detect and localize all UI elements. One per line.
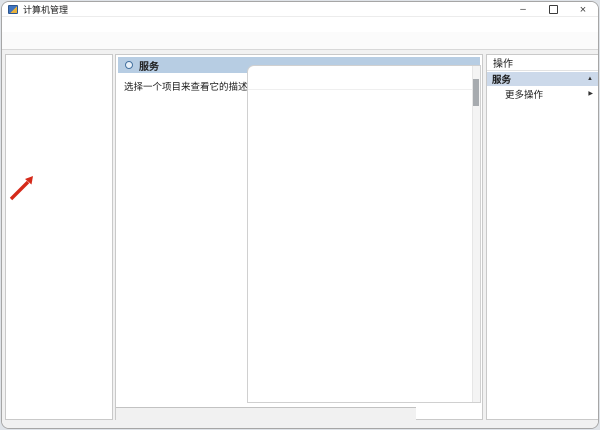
window-controls	[508, 2, 598, 17]
minimize-icon[interactable]	[508, 2, 538, 17]
title-bar: 计算机管理	[2, 2, 598, 17]
services-header-gear-icon	[125, 61, 133, 69]
view-tab-strip	[116, 407, 416, 421]
close-icon[interactable]	[568, 2, 598, 17]
actions-panel-title: 操作	[487, 55, 598, 71]
app-icon	[8, 5, 18, 14]
more-actions-item[interactable]: 更多操作 ▶	[487, 86, 598, 101]
services-pane: 服务 选择一个项目来查看它的描述。	[115, 54, 483, 420]
vertical-scrollbar[interactable]	[472, 66, 480, 402]
actions-panel: 操作 服务 ▲ 更多操作 ▶	[486, 54, 599, 420]
maximize-icon[interactable]	[538, 2, 568, 17]
actions-section-label: 服务	[492, 72, 511, 86]
column-headers	[248, 75, 472, 90]
service-rows	[248, 91, 472, 402]
chevron-right-icon: ▶	[588, 90, 593, 97]
vertical-scrollbar-thumb[interactable]	[473, 79, 479, 106]
computer-management-window: 计算机管理 服务 选择一个项目来查看它的描述。 操作	[1, 1, 599, 429]
menu-bar	[2, 17, 598, 32]
chevron-up-icon[interactable]: ▲	[587, 76, 593, 82]
services-pane-title: 服务	[139, 58, 159, 73]
actions-section-services[interactable]: 服务 ▲	[487, 72, 598, 86]
window-title: 计算机管理	[23, 3, 68, 16]
console-tree-panel	[5, 54, 113, 420]
main-content: 服务 选择一个项目来查看它的描述。 操作 服务 ▲ 更多操作 ▶	[2, 50, 598, 428]
toolbar	[2, 32, 598, 50]
services-list	[247, 65, 481, 403]
description-hint: 选择一个项目来查看它的描述。	[124, 79, 257, 93]
more-actions-label: 更多操作	[505, 87, 543, 101]
